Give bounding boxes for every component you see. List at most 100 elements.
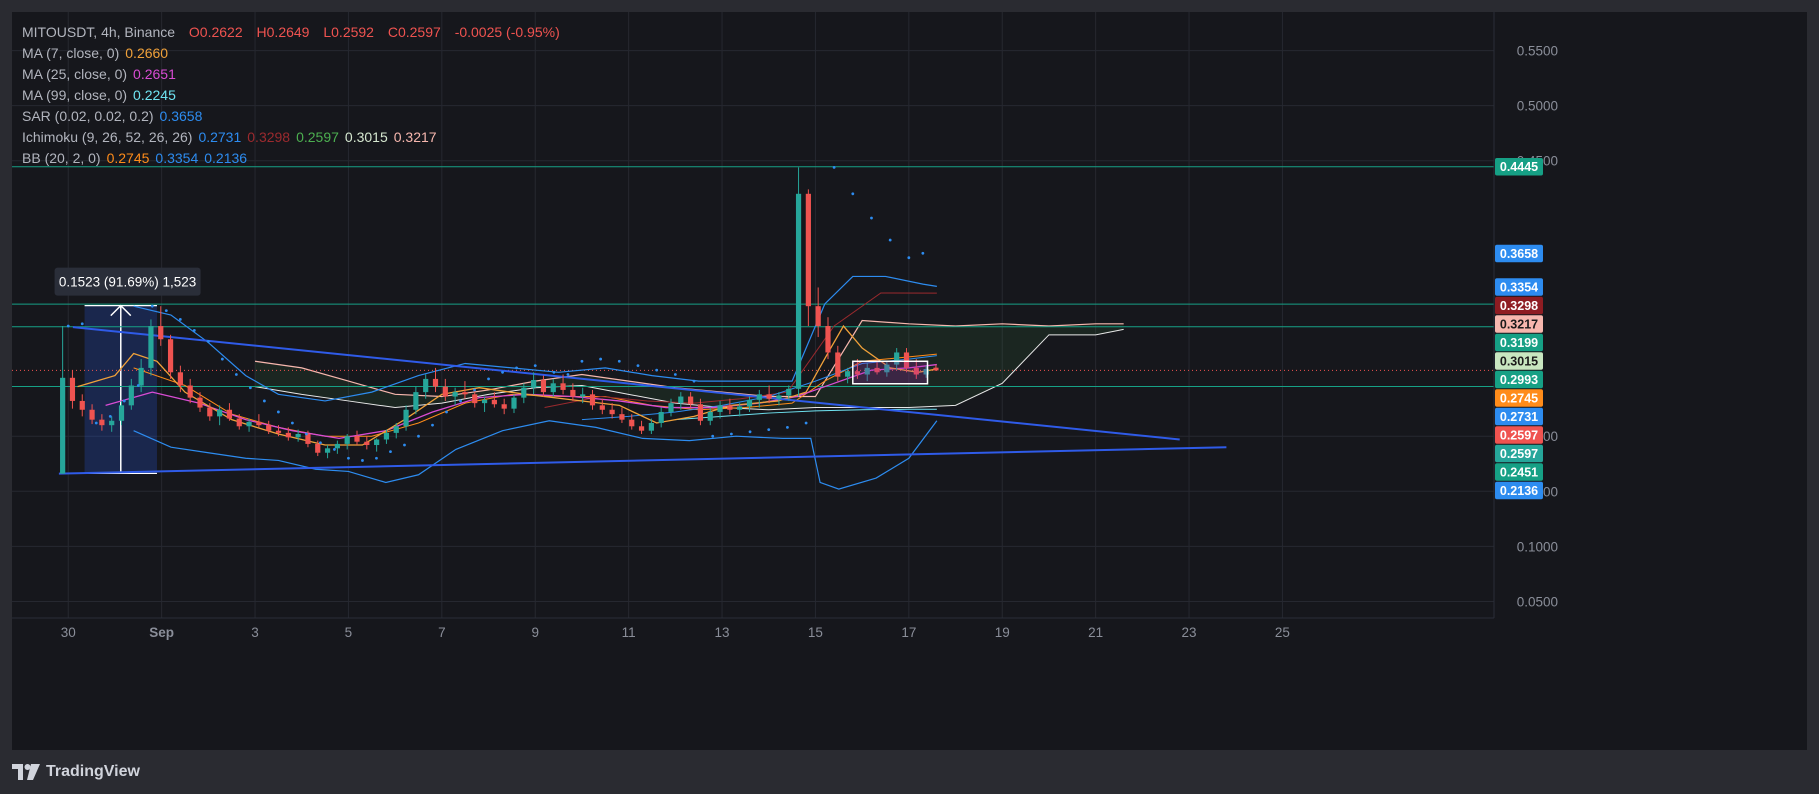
price-tick-label: 0.0500 (1517, 594, 1558, 609)
time-tick-label: 13 (715, 625, 730, 640)
price-tag: 0.2993 (1495, 370, 1543, 389)
sar-dot (832, 165, 836, 169)
price-tag: 0.2745 (1495, 389, 1543, 407)
indicator-row[interactable]: MA (25, close, 0) 0.2651 (22, 64, 560, 85)
price-tag: 0.4445 (1495, 158, 1543, 176)
candle-body (69, 377, 76, 401)
candle-body (158, 326, 164, 340)
indicator-row[interactable]: SAR (0.02, 0.02, 0.2) 0.3658 (22, 106, 560, 127)
candle-body (668, 403, 674, 412)
candle-body (540, 380, 547, 393)
sar-dot (533, 364, 537, 368)
indicator-value: 0.3298 (247, 129, 291, 145)
sar-dot (566, 373, 570, 376)
time-tick-label: 21 (1088, 625, 1103, 640)
sar-dot (636, 364, 640, 368)
time-tick-label: 5 (345, 625, 353, 640)
indicator-value: 0.2660 (125, 45, 169, 61)
candle-body (580, 394, 586, 397)
sar-dot (276, 410, 280, 414)
price-tag-label: 0.3015 (1500, 354, 1538, 368)
tradingview-brand[interactable]: TradingView (12, 760, 140, 784)
price-tags: 0.4445 0.3658 0.3354 0.3298 0.3217 0.3199 0.30… (1495, 158, 1543, 500)
price-tag-label: 0.2745 (1500, 391, 1538, 405)
sar-dot (178, 318, 182, 321)
price-tag-label: 0.2731 (1500, 410, 1538, 424)
price-tag-label: 0.2451 (1500, 465, 1538, 479)
sar-dot (851, 192, 855, 196)
price-tag: 0.3658 (1495, 244, 1543, 263)
candle-body (815, 306, 821, 327)
candle-body (423, 378, 429, 393)
indicator-row[interactable]: MA (7, close, 0) 0.2660 (22, 43, 560, 64)
ohlc-change: -0.0025 (-0.95%) (454, 24, 560, 40)
candle-body (89, 409, 95, 420)
sar-dot (617, 359, 621, 363)
time-axis: 30 Sep 3 5 7 9 11 13 15 17 19 21 23 25 (61, 625, 1290, 640)
candle-body (678, 396, 684, 404)
sar-dot (375, 456, 378, 460)
sar-dot (552, 370, 556, 374)
symbol-row: MITOUSDT, 4h, Binance O0.2622 H0.2649 L0… (22, 22, 560, 43)
candle-body (285, 432, 291, 438)
price-tag: 0.3015 (1495, 352, 1543, 370)
sar-dot (164, 309, 168, 312)
sar-dot (921, 251, 925, 255)
indicator-row[interactable]: BB (20, 2, 0) 0.2745 0.3354 0.2136 (22, 148, 560, 169)
candle-body (619, 414, 625, 420)
candle-body (501, 404, 507, 409)
symbol-label[interactable]: MITOUSDT, 4h, Binance (22, 24, 175, 40)
candle-body (648, 422, 654, 431)
sar-dot (515, 366, 518, 370)
candle-body (658, 411, 664, 423)
time-tick-label: 25 (1275, 625, 1290, 640)
sar-dot (122, 399, 126, 403)
time-tick-label: 19 (995, 625, 1010, 640)
app-frame: 0.1523 (91.69%) 1,5230.55000.50000.45000… (0, 0, 1819, 794)
time-tick-label: 3 (251, 625, 259, 640)
candle-body (707, 411, 713, 421)
price-tag: 0.3199 (1495, 333, 1543, 352)
indicator-label: MA (7, close, 0) (22, 45, 120, 61)
candle-body (442, 386, 448, 397)
candle (795, 167, 802, 397)
sar-dot (319, 441, 322, 445)
candle-body (197, 397, 203, 408)
indicator-label: SAR (0.02, 0.02, 0.2) (22, 108, 154, 124)
ohlc-low: L0.2592 (323, 24, 374, 40)
candle-body (511, 397, 517, 409)
candle-body (167, 339, 174, 373)
candle-body (933, 367, 939, 371)
sar-dot (473, 388, 476, 392)
candle-body (845, 371, 851, 377)
sar-dot (431, 423, 434, 427)
sar-dot (870, 216, 873, 220)
candle-body (737, 406, 743, 410)
sar-dot (417, 434, 420, 438)
sar-dot (150, 304, 154, 308)
indicator-row[interactable]: MA (99, close, 0) 0.2245 (22, 85, 560, 106)
candle-body (315, 443, 321, 453)
sar-dot (248, 386, 252, 390)
candle-body (638, 426, 645, 431)
candle-body (118, 405, 125, 421)
candle-body (138, 367, 144, 386)
candle-body (324, 448, 331, 453)
brand-label: TradingView (46, 763, 140, 780)
candle-body (295, 433, 301, 438)
price-tag-label: 0.2993 (1500, 373, 1538, 387)
price-tick-label: 0.5500 (1517, 44, 1558, 59)
candle-body (354, 436, 360, 442)
sar-dot (361, 459, 364, 462)
sar-dot (692, 379, 696, 383)
candle (805, 189, 811, 327)
candle-body (825, 326, 831, 353)
candle-body (187, 385, 193, 398)
indicator-row[interactable]: Ichimoku (9, 26, 52, 26, 26) 0.2731 0.3298… (22, 127, 560, 148)
time-tick-label: 15 (808, 625, 823, 640)
candle-body (148, 326, 154, 368)
candle-body (60, 377, 66, 474)
price-tag: 0.2597 (1495, 426, 1543, 444)
ohlc-high: H0.2649 (256, 24, 310, 40)
sar-dot (234, 373, 238, 376)
